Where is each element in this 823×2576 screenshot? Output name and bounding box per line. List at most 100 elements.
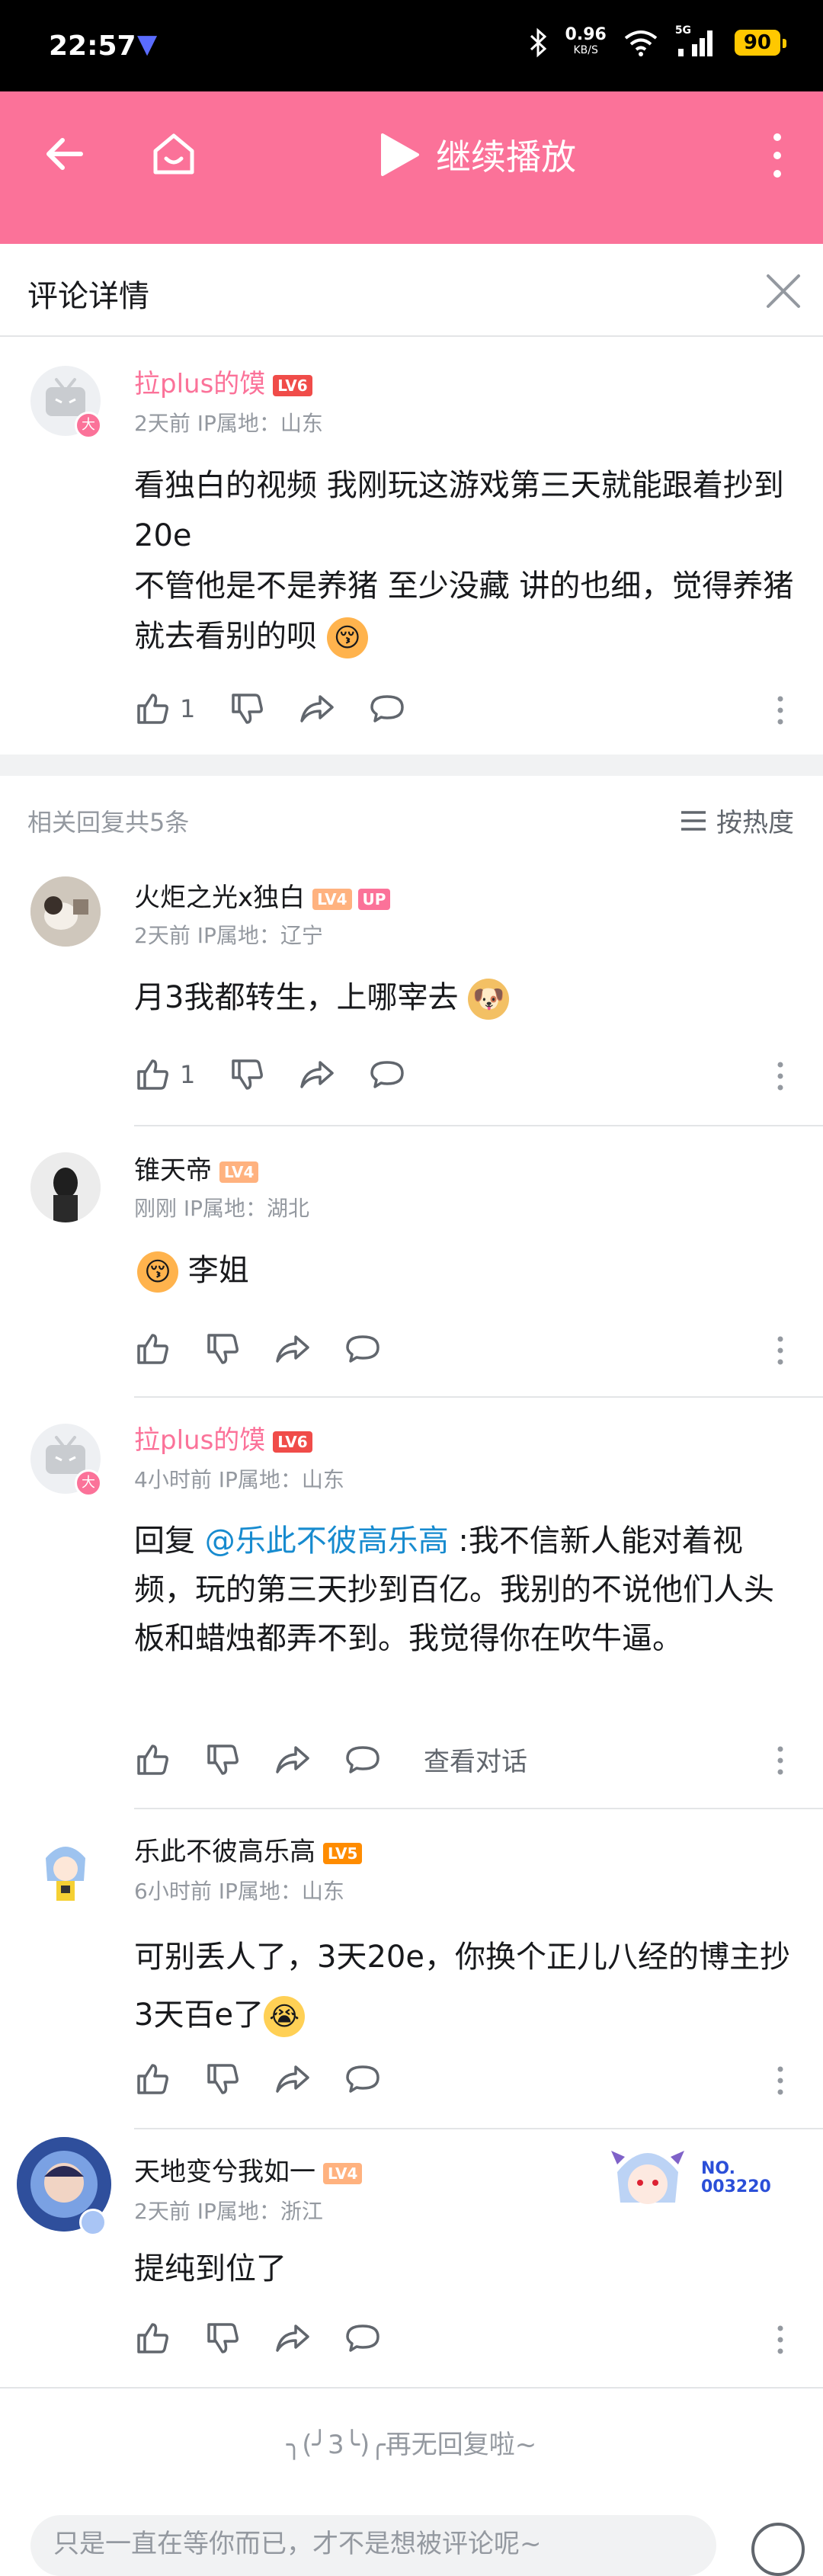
chat-bubble-icon xyxy=(346,1745,379,1773)
share-button[interactable] xyxy=(299,1056,335,1093)
like-button[interactable]: 1 xyxy=(134,690,195,727)
comment-username[interactable]: 拉plus的馍 LV6 xyxy=(134,1419,312,1456)
dislike-button[interactable] xyxy=(204,1331,241,1367)
more-vertical-icon[interactable] xyxy=(762,131,793,180)
reply-item: 乐此不彼高乐高 LV5 6小时前 IP属地：山东 可别丢人了，3天20e，你换个正… xyxy=(0,1809,823,2129)
share-button[interactable] xyxy=(274,2061,311,2097)
share-button[interactable] xyxy=(299,690,335,727)
comment-more-icon[interactable] xyxy=(776,2324,785,2355)
comment-more-icon[interactable] xyxy=(776,1745,785,1776)
status-time: 22:57 xyxy=(49,30,136,62)
close-icon[interactable] xyxy=(764,271,803,311)
thumbs-up-icon xyxy=(137,2323,168,2353)
share-button[interactable] xyxy=(274,1331,311,1367)
comment-meta: 2天前 IP属地：辽宁 xyxy=(134,923,323,948)
comment-text-content: 提纯到位了 xyxy=(134,2251,287,2286)
net-speed-value: 0.96 xyxy=(565,25,607,44)
reply-button[interactable] xyxy=(344,1741,381,1778)
comment-text: 可别丢人了，3天20e，你换个正儿八经的博主抄3天百e了 😭 xyxy=(134,1928,797,2044)
continue-play-label: 继续播放 xyxy=(436,136,576,178)
replies-header: 相关回复共5条 按热度 xyxy=(0,776,823,860)
comment-text-line2-wrap: 不管他是不是养猪 至少没藏 讲的也细，觉得养猪就去看别的呗 😚 xyxy=(134,561,797,662)
comment-username[interactable]: 锥天帝 LV4 xyxy=(134,1149,259,1187)
like-button[interactable] xyxy=(134,1331,171,1367)
dislike-button[interactable] xyxy=(204,1741,241,1778)
fan-number: NO. 003220 xyxy=(701,2160,771,2196)
comment-more-icon[interactable] xyxy=(776,695,785,726)
reply-prefix: 回复 xyxy=(134,1523,205,1559)
mention-link[interactable]: @乐此不彼高乐高 xyxy=(205,1523,449,1559)
comment-actions xyxy=(134,1331,415,1367)
share-button[interactable] xyxy=(274,1741,311,1778)
share-icon xyxy=(300,1061,335,1088)
reply-button[interactable] xyxy=(369,690,405,727)
comment-username[interactable]: 火炬之光x独白 LV4 UP xyxy=(134,876,391,914)
like-button[interactable] xyxy=(134,1741,171,1778)
comment-actions: 1 xyxy=(134,1056,439,1093)
emoji-picker-icon[interactable] xyxy=(751,2523,805,2576)
continue-play-button[interactable]: 继续播放 xyxy=(378,130,576,180)
username-text: 乐此不彼高乐高 xyxy=(134,1837,315,1867)
dislike-button[interactable] xyxy=(204,2320,241,2357)
level-badge: LV6 xyxy=(273,374,312,396)
reply-button[interactable] xyxy=(344,2061,381,2097)
vip-badge: 大 xyxy=(75,1469,102,1497)
comment-detail-header: 评论详情 xyxy=(0,244,823,337)
reply-item: 火炬之光x独白 LV4 UP 2天前 IP属地：辽宁 月3我都转生，上哪宰去 🐶 1 xyxy=(0,860,823,1126)
wifi-icon xyxy=(624,30,658,56)
like-count: 1 xyxy=(180,1060,196,1089)
comment-text-line2: 不管他是不是养猪 至少没藏 讲的也细，觉得养猪就去看别的呗 xyxy=(134,569,794,654)
home-icon[interactable] xyxy=(149,130,198,178)
comment-more-icon[interactable] xyxy=(776,2065,785,2096)
username-text: 锥天帝 xyxy=(134,1155,212,1186)
battery-indicator: 90 xyxy=(734,30,787,56)
comment-actions: 1 xyxy=(134,690,439,727)
photo-avatar-icon xyxy=(30,876,101,947)
comment-meta: 2天前 IP属地：山东 xyxy=(134,411,323,436)
dislike-button[interactable] xyxy=(229,1056,265,1093)
comment-actions xyxy=(134,2061,415,2097)
view-dialog-link[interactable]: 查看对话 xyxy=(424,1741,527,1778)
comment-username[interactable]: 天地变兮我如一 LV4 xyxy=(134,2151,363,2188)
like-button[interactable]: 1 xyxy=(134,1056,195,1093)
back-arrow-icon[interactable] xyxy=(41,131,87,177)
avatar[interactable] xyxy=(30,876,101,947)
dislike-button[interactable] xyxy=(229,690,265,727)
photo-avatar-icon xyxy=(30,1152,101,1222)
thumbs-down-icon xyxy=(232,694,264,724)
share-icon xyxy=(276,1335,309,1363)
dislike-button[interactable] xyxy=(204,2061,241,2097)
level-badge: LV6 xyxy=(273,1431,312,1453)
section-separator xyxy=(0,755,823,776)
thumbs-down-icon xyxy=(207,2064,239,2094)
comment-more-icon[interactable] xyxy=(776,1335,785,1366)
reply-button[interactable] xyxy=(344,1331,381,1367)
comment-meta: 2天前 IP属地：浙江 xyxy=(134,2199,323,2224)
comment-meta: 刚刚 IP属地：湖北 xyxy=(134,1196,310,1221)
comment-username[interactable]: 拉plus的馍 LV6 xyxy=(134,363,312,400)
chat-bubble-icon xyxy=(346,2324,379,2352)
sort-list-icon xyxy=(681,810,706,831)
comment-text-content: 李姐 xyxy=(187,1253,249,1288)
like-button[interactable] xyxy=(134,2061,171,2097)
comment-actions: 查看对话 xyxy=(134,1741,527,1778)
avatar[interactable] xyxy=(30,1152,101,1222)
vip-badge: 大 xyxy=(75,412,102,439)
share-button[interactable] xyxy=(274,2320,311,2357)
blush-emoji-icon: 😚 xyxy=(326,617,368,658)
reply-button[interactable] xyxy=(369,1056,405,1093)
app-notification-icon: ▼ xyxy=(137,29,158,59)
comment-input[interactable]: 只是一直在等你而已，才不是想被评论呢~ xyxy=(30,2515,716,2576)
sort-by-hot-button[interactable]: 按热度 xyxy=(680,802,794,839)
avatar[interactable] xyxy=(30,1835,101,1905)
share-icon xyxy=(276,2065,309,2093)
panel-title: 评论详情 xyxy=(27,279,149,314)
reply-button[interactable] xyxy=(344,2320,381,2357)
fan-card[interactable]: NO. 003220 xyxy=(602,2134,785,2225)
like-button[interactable] xyxy=(134,2320,171,2357)
comment-meta: 6小时前 IP属地：山东 xyxy=(134,1879,344,1904)
comment-more-icon[interactable] xyxy=(776,1061,785,1091)
play-icon xyxy=(381,133,419,176)
comment-username[interactable]: 乐此不彼高乐高 LV5 xyxy=(134,1831,363,1868)
level-badge: LV4 xyxy=(323,2162,363,2184)
